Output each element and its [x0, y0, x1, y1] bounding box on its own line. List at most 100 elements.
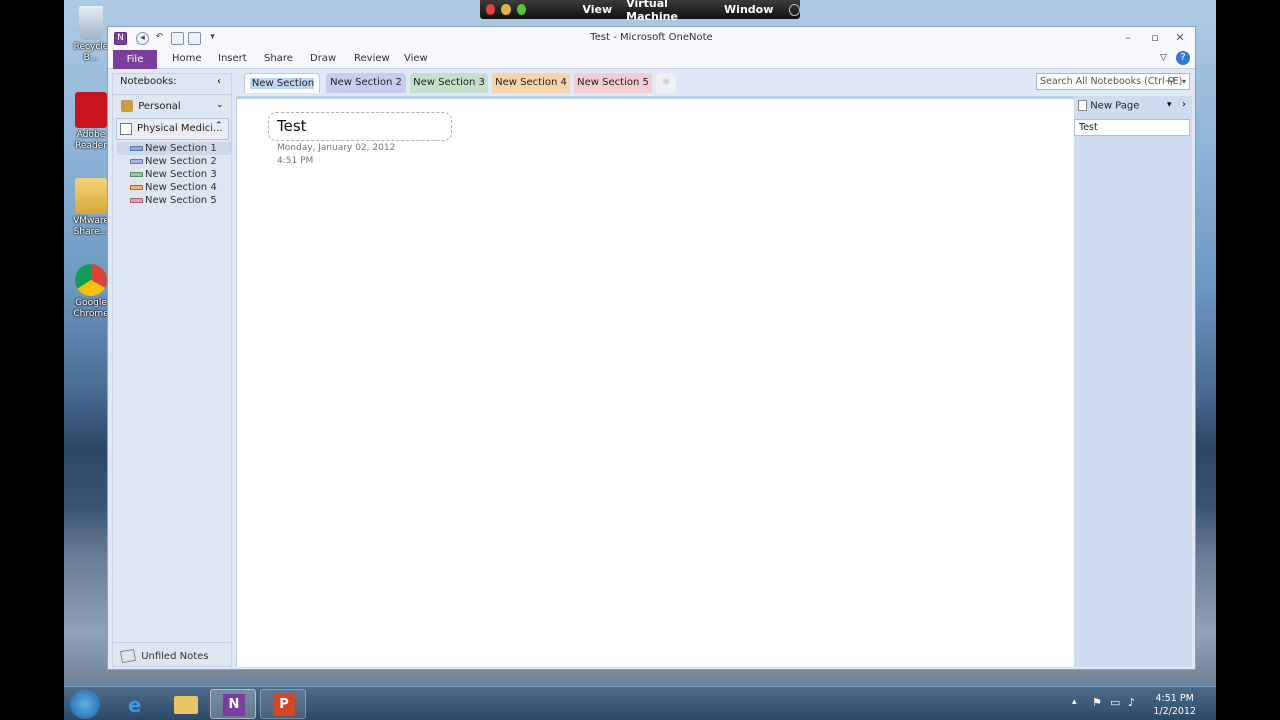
recycle-bin-icon [79, 6, 103, 40]
tab-review[interactable]: Review [354, 53, 390, 64]
tab-home[interactable]: Home [172, 53, 202, 64]
tab-draw[interactable]: Draw [310, 53, 336, 64]
vm-menubar: View Virtual Machine Window [480, 0, 800, 23]
section-icon [130, 198, 143, 203]
start-button-icon[interactable] [70, 689, 100, 719]
maximize-button[interactable]: ▫ [1148, 31, 1162, 45]
page-title-box[interactable]: Test [268, 112, 452, 141]
unfiled-notes-icon [120, 648, 136, 664]
notebook-current-label: Physical Medici... [137, 123, 223, 134]
window-title: Test - Microsoft OneNote [590, 32, 713, 43]
notebooks-header-label: Notebooks: [120, 76, 177, 87]
new-page-icon [1078, 100, 1087, 111]
action-center-icon[interactable]: ⚑ [1092, 696, 1102, 709]
new-section-tab-icon[interactable]: ☼ [656, 73, 676, 93]
section-tab-label: New Section 4 [495, 77, 567, 88]
nav-section-3[interactable]: New Section 3 [117, 168, 231, 181]
ribbon-tabs: File Home Insert Share Draw Review View … [108, 49, 1195, 69]
divider [113, 642, 231, 643]
unfiled-notes-label: Unfiled Notes [141, 651, 209, 662]
nav-section-5[interactable]: New Section 5 [117, 194, 231, 207]
section-tab-1[interactable]: New Section 1 [244, 73, 320, 109]
search-input[interactable]: Search All Notebooks (Ctrl+E) ⚲ ▾ [1036, 73, 1190, 90]
new-page-label: New Page [1090, 100, 1140, 112]
onenote-taskbar-icon[interactable]: N [210, 689, 256, 719]
new-page-button[interactable]: New Page [1078, 100, 1139, 112]
nav-section-label: New Section 1 [145, 143, 217, 154]
nav-section-label: New Section 3 [145, 169, 217, 180]
chevron-down-icon[interactable]: ▾ [1182, 74, 1186, 89]
page-title[interactable]: Test [277, 117, 307, 135]
collapse-pane-icon[interactable]: ‹ [217, 76, 221, 87]
section-tab-label: New Section 3 [413, 77, 485, 88]
chevron-right-icon[interactable]: › [1182, 99, 1186, 110]
minimize-dot-icon[interactable] [501, 4, 511, 15]
close-dot-icon[interactable] [486, 4, 496, 15]
section-icon [130, 146, 143, 151]
nav-section-1[interactable]: New Section 1 [117, 142, 231, 155]
page-time: 4:51 PM [277, 156, 314, 166]
vm-menu-window[interactable]: Window [724, 3, 773, 16]
minimize-button[interactable]: – [1121, 31, 1135, 45]
tab-view[interactable]: View [404, 53, 428, 64]
vm-menu-virtual-machine[interactable]: Virtual Machine [626, 0, 710, 23]
tab-share[interactable]: Share [264, 53, 293, 64]
tray-expand-icon[interactable]: ▴ [1072, 697, 1077, 707]
clock-time: 4:51 PM [1155, 693, 1194, 704]
nav-section-label: New Section 4 [145, 182, 217, 193]
volume-icon[interactable]: ♪ [1128, 696, 1135, 709]
search-placeholder: Search All Notebooks (Ctrl+E) [1040, 76, 1183, 87]
taskbar: e N P ▴ ⚑ ▭ ♪ 4:51 PM 1/2/2012 [64, 686, 1216, 720]
notebook-icon [121, 100, 133, 112]
search-icon[interactable]: ⚲ [1168, 74, 1175, 89]
chevron-down-icon[interactable]: ⌄ [216, 100, 224, 110]
section-tab-bar: New Section 1 New Section 2 New Section … [238, 73, 1158, 109]
adobe-reader-icon [75, 92, 107, 128]
folder-icon [75, 178, 107, 214]
section-tab-3[interactable]: New Section 3 [410, 73, 488, 93]
vm-menu-view[interactable]: View [582, 3, 612, 16]
chevron-up-icon[interactable]: ⌃ [215, 121, 223, 131]
screen: Recycle B... Adobe Reader VMware Share..… [0, 0, 1280, 720]
tab-file[interactable]: File [113, 50, 157, 69]
section-tab-label: New Section 2 [330, 77, 402, 88]
tab-insert[interactable]: Insert [218, 53, 247, 64]
section-tab-label: New Section 5 [577, 77, 649, 88]
notebook-icon [120, 123, 132, 135]
desktop-icon-label: Recycle B... [73, 42, 109, 63]
close-button[interactable]: ✕ [1173, 31, 1187, 45]
notebook-current[interactable]: Physical Medici... ⌃ [116, 118, 229, 140]
taskbar-clock[interactable]: 4:51 PM 1/2/2012 [1153, 692, 1196, 718]
section-tab-4[interactable]: New Section 4 [492, 73, 570, 93]
zoom-dot-icon[interactable] [516, 4, 527, 15]
expand-ribbon-icon[interactable]: ▽ [1160, 53, 1167, 63]
section-tab-5[interactable]: New Section 5 [574, 73, 652, 93]
desktop-icon-label: Google Chrome [73, 298, 109, 319]
help-icon[interactable]: ? [1176, 51, 1190, 65]
desktop-icon-label: Adobe Reader [75, 130, 107, 151]
nav-section-label: New Section 2 [145, 156, 217, 167]
section-tab-2[interactable]: New Section 2 [326, 73, 406, 93]
desktop-icon-label: VMware Share... [73, 216, 109, 237]
powerpoint-taskbar-icon[interactable]: P [260, 689, 306, 719]
page-list-item[interactable]: Test [1074, 119, 1190, 136]
nav-section-4[interactable]: New Section 4 [117, 181, 231, 194]
page-pane: New Page ▾ › Test [1074, 96, 1192, 667]
unfiled-notes[interactable]: Unfiled Notes [120, 648, 209, 664]
notebook-personal-label: Personal [138, 101, 181, 112]
nav-section-label: New Section 5 [145, 195, 217, 206]
clock-date: 1/2/2012 [1153, 706, 1196, 717]
internet-explorer-icon[interactable]: e [114, 689, 160, 719]
explorer-folder-icon[interactable] [162, 689, 208, 719]
section-icon [130, 159, 143, 164]
onenote-window: N ◂ ↶ ▾ Test - Microsoft OneNote – ▫ ✕ F… [107, 26, 1196, 670]
section-icon [130, 172, 143, 177]
title-bar: N ◂ ↶ ▾ Test - Microsoft OneNote – ▫ ✕ [108, 27, 1195, 49]
pause-icon[interactable] [789, 3, 800, 16]
chevron-down-icon[interactable]: ▾ [1167, 100, 1172, 110]
nav-section-2[interactable]: New Section 2 [117, 155, 231, 168]
section-icon [130, 185, 143, 190]
page-canvas[interactable]: Test Monday, January 02, 2012 4:51 PM [236, 96, 1074, 667]
network-icon[interactable]: ▭ [1110, 696, 1120, 709]
divider [113, 94, 231, 95]
